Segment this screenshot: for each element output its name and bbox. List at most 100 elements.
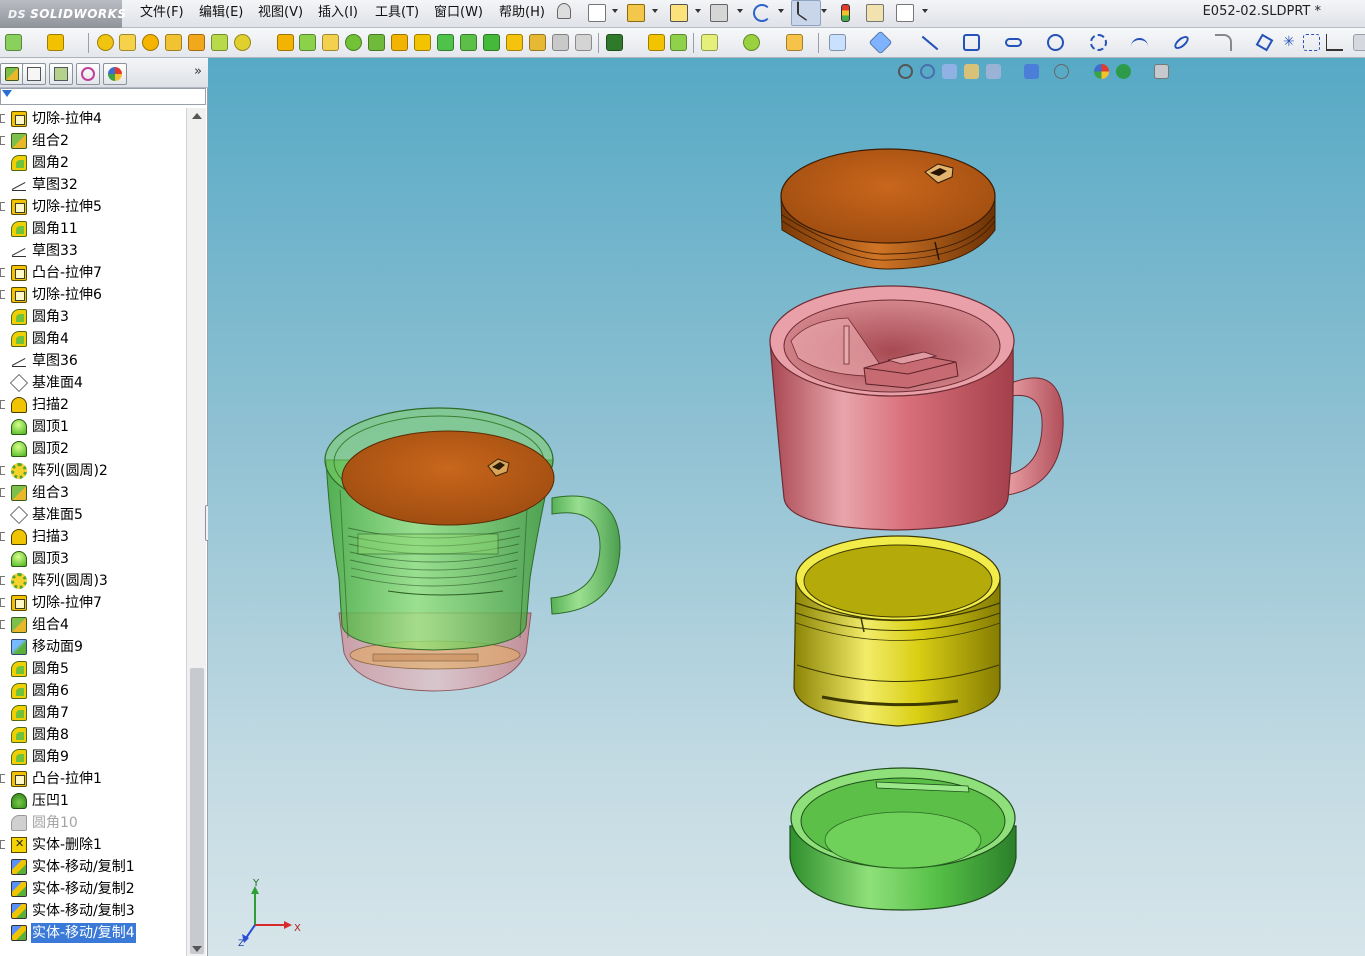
open-dropdown-caret[interactable] [652,9,658,13]
line-tool-icon[interactable] [921,35,939,51]
tree-expander-icon[interactable] [0,114,5,123]
rectangle-tool-icon[interactable] [963,34,980,51]
menu-window[interactable]: 窗口(W) [432,3,485,23]
fillet-sketch-tool-icon[interactable] [1215,34,1232,51]
new-document-icon[interactable] [588,4,606,22]
tree-expander-icon[interactable] [0,488,5,497]
split-tool-icon[interactable] [414,34,431,51]
feature-tree-item[interactable]: 凸台-拉伸7 [0,262,186,284]
draft-tool-icon[interactable] [299,34,316,51]
smart-dimension-tool-icon[interactable] [868,30,893,55]
menu-help[interactable]: 帮助(H) [497,3,547,23]
replace-face-tool-icon[interactable] [506,34,523,51]
rib-tool-icon[interactable] [277,34,294,51]
shell-tool-icon[interactable] [234,34,251,51]
feature-tree-item[interactable]: 扫描3 [0,526,186,548]
tree-expander-icon[interactable] [0,400,5,409]
feature-tree-item[interactable]: 凸台-拉伸1 [0,768,186,790]
feature-tree-item[interactable]: 草图33 [0,240,186,262]
file-properties-icon[interactable] [866,4,884,22]
tree-expander-icon[interactable] [0,202,5,211]
exploded-base-part[interactable] [789,767,1017,911]
feature-tree-item[interactable]: 切除-拉伸6 [0,284,186,306]
feature-tree-item[interactable]: 基准面4 [0,372,186,394]
revolve-tool-icon[interactable] [97,34,114,51]
chamfer-tool-icon[interactable] [211,34,228,51]
linear-pattern-tool-icon[interactable] [606,34,623,51]
new-dropdown-caret[interactable] [612,9,618,13]
fillet-tool-icon[interactable] [188,34,205,51]
menu-edit[interactable]: 编辑(E) [197,3,245,23]
scroll-up-arrow-icon[interactable] [192,113,202,119]
tree-expander-icon[interactable] [0,532,5,541]
feature-tree-item[interactable]: 基准面5 [0,504,186,526]
arc-tool-icon[interactable] [1090,34,1107,51]
polygon-tool-icon[interactable] [1255,33,1274,52]
boss-extrude-tool-icon[interactable] [5,34,22,51]
text-tool-icon[interactable] [1326,34,1343,51]
panel-expand-chevron[interactable]: » [194,64,202,79]
instant3d-tool-icon[interactable] [786,34,803,51]
feature-tree-item[interactable]: 阵列(圆周)3 [0,570,186,592]
menu-view[interactable]: 视图(V) [256,3,305,23]
tree-expander-icon[interactable] [0,136,5,145]
feature-filter-input[interactable] [0,88,206,105]
menu-tools[interactable]: 工具(T) [373,3,421,23]
feature-tree-item[interactable]: 扫描2 [0,394,186,416]
tree-expander-icon[interactable] [0,290,5,299]
pin-icon[interactable] [557,3,571,19]
feature-tree-item[interactable]: 实体-移动/复制3 [0,900,186,922]
deform-tool-icon[interactable] [575,34,592,51]
cut-extrude-tool-icon[interactable] [47,34,64,51]
boundary-tool-icon[interactable] [165,34,182,51]
thicken-tool-icon[interactable] [529,34,546,51]
feature-tree-item[interactable]: 阵列(圆周)2 [0,460,186,482]
model-scene[interactable]: Y X Z [208,58,1365,956]
scroll-down-arrow-icon[interactable] [192,946,202,952]
feature-tree-item[interactable]: 移动面9 [0,636,186,658]
ellipse-tool-icon[interactable] [1172,33,1191,52]
tree-expander-icon[interactable] [0,840,5,849]
assembled-mug-model[interactable] [324,407,621,692]
indent-tool-icon[interactable] [368,34,385,51]
tree-expander-icon[interactable] [0,268,5,277]
menu-file[interactable]: 文件(F) [138,3,186,23]
point-tool-icon[interactable]: ✳ [1283,34,1300,51]
save-dropdown-caret[interactable] [695,9,701,13]
feature-tree-item[interactable]: 压凹1 [0,790,186,812]
move-copy-body-tool-icon[interactable] [670,34,687,51]
feature-tree-item[interactable]: 实体-删除1 [0,834,186,856]
feature-tree-item[interactable]: 圆角8 [0,724,186,746]
exploded-inner-cup-part[interactable] [793,535,1001,727]
feature-tree-item[interactable]: 圆顶3 [0,548,186,570]
delete-face-tool-icon[interactable] [483,34,500,51]
feature-tree-item[interactable]: 圆角2 [0,152,186,174]
solidworks-logo[interactable]: DS SOLIDWORKS [0,0,126,28]
circle-tool-icon[interactable] [1047,34,1064,51]
loft-tool-icon[interactable] [142,34,159,51]
slot-tool-icon[interactable] [1005,38,1022,47]
open-folder-icon[interactable] [627,4,645,22]
toolbar-overflow-icon[interactable] [1353,34,1365,51]
move-face-tool-icon[interactable] [460,34,477,51]
feature-tree-item[interactable]: 圆角5 [0,658,186,680]
mirror-tool-icon[interactable] [648,34,665,51]
feature-tree-item[interactable]: 草图36 [0,350,186,372]
tab-property-manager[interactable] [22,63,46,85]
spline-tool-icon[interactable] [1131,38,1148,55]
tab-feature-manager[interactable] [0,63,24,85]
print-icon[interactable] [710,4,728,22]
feature-tree-item[interactable]: 切除-拉伸4 [0,108,186,130]
feature-tree-item[interactable]: 圆顶2 [0,438,186,460]
feature-tree-item[interactable]: 圆角11 [0,218,186,240]
save-icon[interactable] [670,4,688,22]
undo-icon[interactable] [753,4,771,22]
feature-tree-item[interactable]: 实体-移动/复制4 [0,922,186,944]
feature-tree-item[interactable]: 圆顶1 [0,416,186,438]
exploded-lid-part[interactable] [780,148,996,270]
curves-tool-icon[interactable] [743,34,760,51]
undo-dropdown-caret[interactable] [778,9,784,13]
tab-configuration-manager[interactable] [49,63,73,85]
feature-tree-item[interactable]: 切除-拉伸5 [0,196,186,218]
feature-tree-item[interactable]: 实体-移动/复制2 [0,878,186,900]
